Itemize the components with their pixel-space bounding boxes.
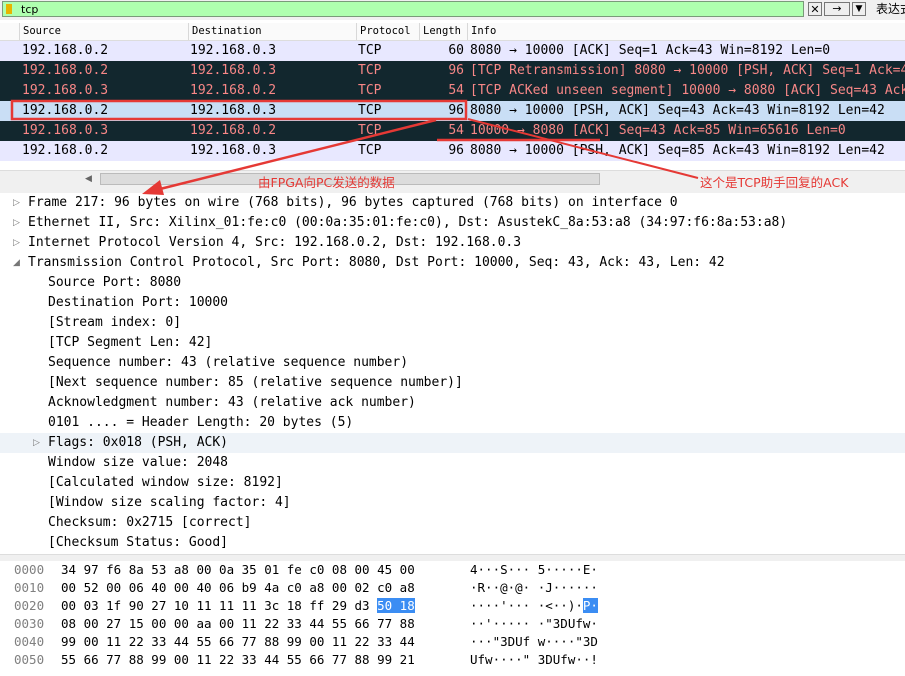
annotation-overlay (10, 99, 699, 195)
annotation-arrow-right (467, 118, 699, 179)
annotation-fpga-to-pc: 由FPGA向PC发送的数据 (258, 175, 395, 190)
arrowhead-left (142, 180, 164, 195)
annotation-tcp-ack: 这个是TCP助手回复的ACK (700, 175, 849, 190)
selected-row-highlight-box (10, 99, 468, 121)
